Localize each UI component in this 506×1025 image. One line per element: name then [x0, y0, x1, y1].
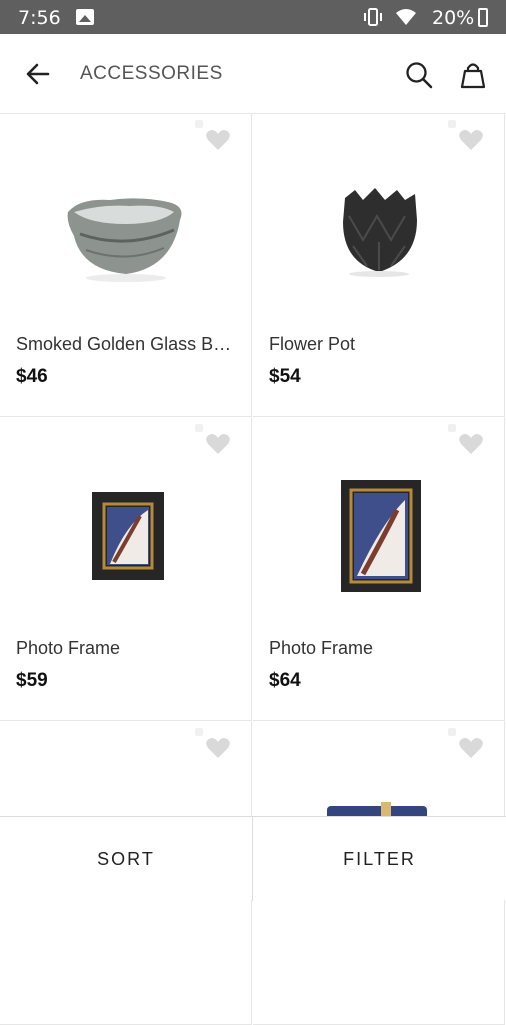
- product-grid: Smoked Golden Glass B… $46 Flower Pot $5…: [0, 114, 506, 1025]
- badge-dot: [448, 424, 456, 432]
- product-name: Photo Frame: [16, 638, 121, 658]
- battery-percent: 20%: [432, 7, 475, 29]
- product-image-flower-pot: [343, 188, 417, 277]
- page-title: ACCESSORIES: [80, 63, 223, 84]
- heart-icon[interactable]: [205, 736, 231, 760]
- badge-dot: [195, 728, 203, 736]
- product-card[interactable]: Smoked Golden Glass B… $46: [0, 114, 252, 417]
- heart-icon[interactable]: [458, 736, 484, 760]
- search-icon[interactable]: [404, 60, 434, 90]
- product-card[interactable]: Photo Frame $59: [0, 418, 252, 721]
- sort-button[interactable]: SORT: [0, 817, 253, 901]
- filter-button[interactable]: FILTER: [253, 817, 506, 901]
- product-card[interactable]: Flower Pot $54: [253, 114, 505, 417]
- product-price: $46: [16, 366, 48, 387]
- heart-icon[interactable]: [458, 128, 484, 152]
- product-price: $64: [269, 670, 301, 691]
- product-image-glass-bowl: [67, 198, 182, 282]
- product-price: $59: [16, 670, 48, 691]
- heart-icon[interactable]: [205, 128, 231, 152]
- badge-dot: [195, 424, 203, 432]
- shopping-bag-icon[interactable]: [458, 60, 488, 90]
- battery-icon: [478, 8, 488, 27]
- app-toolbar: ACCESSORIES: [0, 34, 506, 114]
- product-name: Smoked Golden Glass B…: [16, 334, 232, 354]
- product-name: Photo Frame: [269, 638, 374, 658]
- product-price: $54: [269, 366, 301, 387]
- back-arrow-icon[interactable]: [24, 60, 52, 88]
- status-time: 7:56: [18, 7, 61, 29]
- product-card[interactable]: Photo Frame $64: [253, 418, 505, 721]
- vibrate-icon: [364, 8, 382, 26]
- heart-icon[interactable]: [205, 432, 231, 456]
- badge-dot: [448, 728, 456, 736]
- heart-icon[interactable]: [458, 432, 484, 456]
- product-name: Flower Pot: [269, 334, 356, 354]
- product-image-photo-frame: [92, 492, 164, 580]
- badge-dot: [195, 120, 203, 128]
- bottom-action-bar: SORT FILTER: [0, 816, 506, 901]
- status-bar: 7:56 20%: [0, 0, 506, 34]
- product-image-photo-frame: [341, 480, 421, 592]
- image-icon: [76, 9, 94, 25]
- wifi-icon: [396, 9, 416, 25]
- badge-dot: [448, 120, 456, 128]
